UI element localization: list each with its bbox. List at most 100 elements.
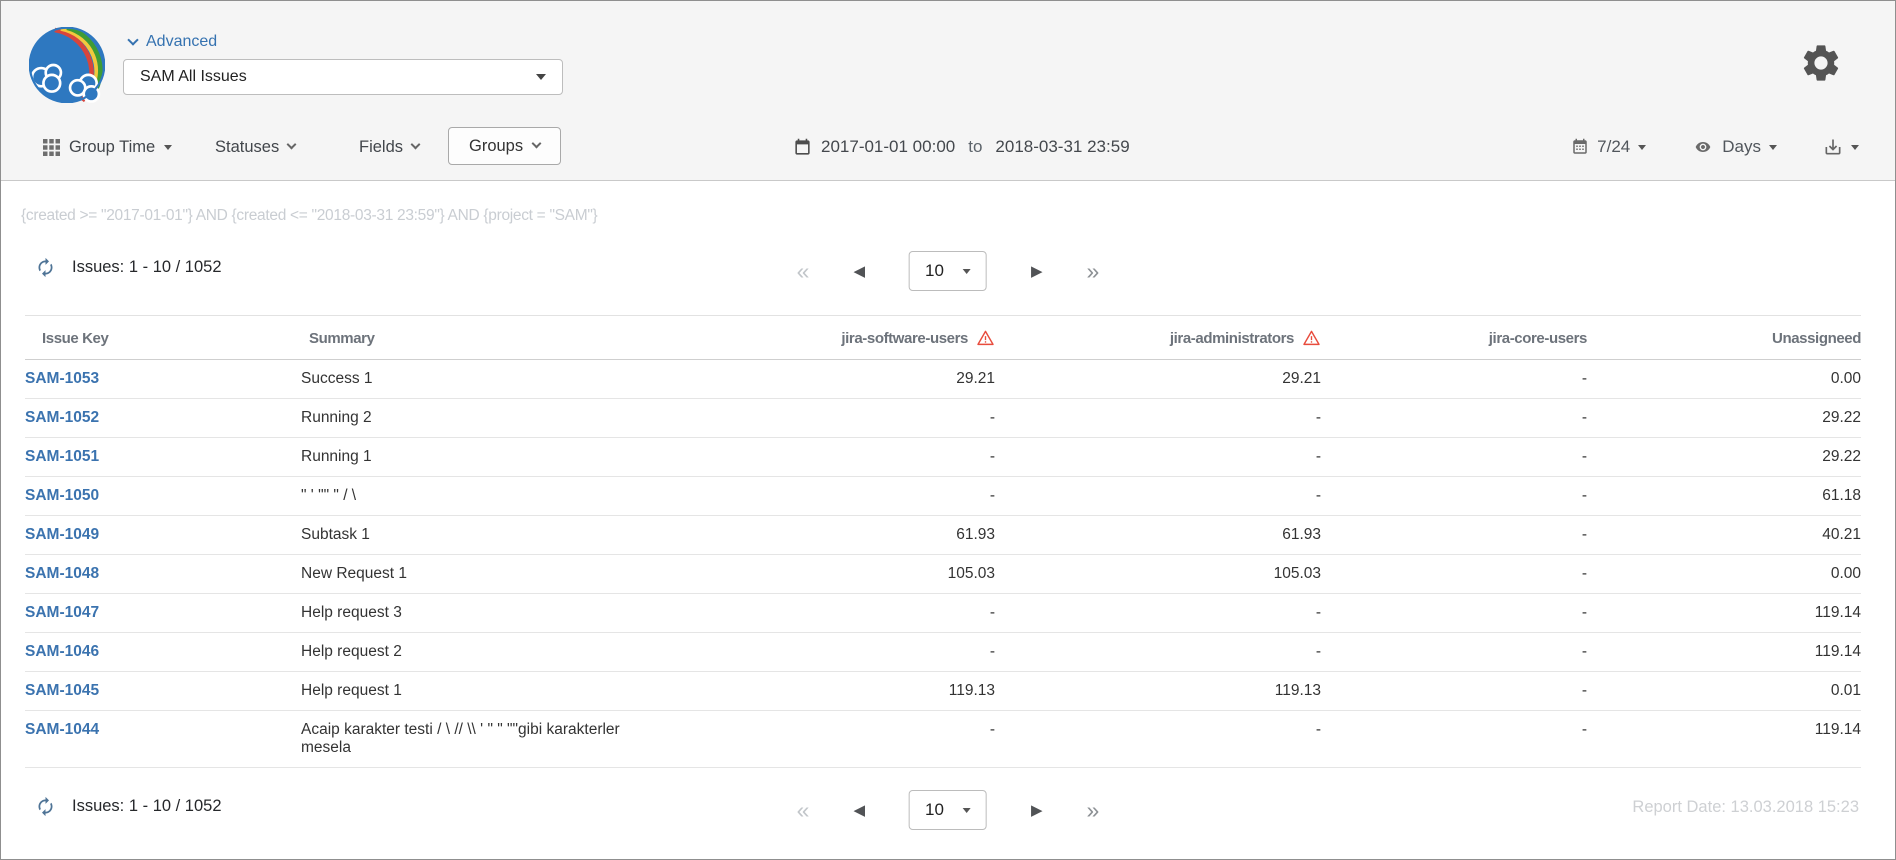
issue-summary: Help request 2 bbox=[301, 633, 661, 672]
issue-key-link[interactable]: SAM-1053 bbox=[25, 370, 99, 387]
col-issue-key[interactable]: Issue Key bbox=[25, 316, 301, 360]
page-size-select[interactable]: 10 bbox=[909, 790, 987, 830]
group-time-menu[interactable]: Group Time bbox=[43, 127, 172, 167]
issue-summary: Running 1 bbox=[301, 438, 661, 477]
value-cell: 119.14 bbox=[1587, 594, 1861, 633]
col-summary[interactable]: Summary bbox=[301, 316, 661, 360]
value-cell: - bbox=[1321, 594, 1587, 633]
issue-key-link[interactable]: SAM-1044 bbox=[25, 721, 99, 738]
page-size-select[interactable]: 10 bbox=[909, 251, 987, 291]
fields-menu[interactable]: Fields bbox=[359, 127, 419, 167]
issue-key-link[interactable]: SAM-1045 bbox=[25, 682, 99, 699]
value-cell: 0.00 bbox=[1587, 360, 1861, 399]
value-cell: - bbox=[995, 477, 1321, 516]
value-cell: 61.93 bbox=[661, 516, 995, 555]
next-page-button[interactable]: ▶ bbox=[1031, 264, 1043, 279]
caret-down-icon bbox=[1638, 145, 1646, 150]
date-separator: to bbox=[964, 137, 986, 157]
issue-key-link[interactable]: SAM-1051 bbox=[25, 448, 99, 465]
advanced-toggle[interactable]: Advanced bbox=[129, 33, 217, 51]
hours-mode-menu[interactable]: 7/24 bbox=[1571, 137, 1646, 157]
prev-page-button[interactable]: ◀ bbox=[853, 803, 865, 818]
table-row: SAM-1049Subtask 161.9361.93-40.21 bbox=[25, 516, 1861, 555]
app-window: Advanced SAM All Issues Group Time Statu… bbox=[0, 0, 1896, 860]
col-label: jira-software-users bbox=[841, 330, 968, 347]
last-page-button[interactable]: » bbox=[1087, 260, 1100, 283]
eye-icon bbox=[1692, 139, 1714, 155]
issue-key-link[interactable]: SAM-1048 bbox=[25, 565, 99, 582]
issue-summary: Help request 1 bbox=[301, 672, 661, 711]
page-size-value: 10 bbox=[925, 261, 944, 281]
value-cell: 105.03 bbox=[661, 555, 995, 594]
groups-label: Groups bbox=[469, 137, 523, 156]
statuses-label: Statuses bbox=[215, 138, 279, 157]
view-mode-menu[interactable]: Days bbox=[1692, 137, 1777, 157]
table-row: SAM-1050" ' "" " / \---61.18 bbox=[25, 477, 1861, 516]
value-cell: 29.22 bbox=[1587, 399, 1861, 438]
date-range[interactable]: 2017-01-01 00:00 to 2018-03-31 23:59 bbox=[793, 127, 1130, 167]
col-jira-core-users[interactable]: jira-core-users bbox=[1321, 316, 1587, 360]
advanced-label: Advanced bbox=[146, 33, 217, 51]
col-unassigned[interactable]: Unassigneed bbox=[1587, 316, 1861, 360]
value-cell: - bbox=[661, 711, 995, 768]
first-page-button[interactable]: « bbox=[797, 260, 810, 283]
issue-key-link[interactable]: SAM-1049 bbox=[25, 526, 99, 543]
hours-mode-label: 7/24 bbox=[1597, 137, 1630, 157]
saved-report-value: SAM All Issues bbox=[140, 68, 247, 86]
value-cell: - bbox=[661, 477, 995, 516]
value-cell: - bbox=[661, 399, 995, 438]
warning-icon bbox=[976, 329, 995, 347]
issue-key-cell: SAM-1048 bbox=[25, 555, 301, 594]
value-cell: 0.01 bbox=[1587, 672, 1861, 711]
next-page-button[interactable]: ▶ bbox=[1031, 803, 1043, 818]
last-page-button[interactable]: » bbox=[1087, 799, 1100, 822]
value-cell: - bbox=[1321, 633, 1587, 672]
right-tools: 7/24 Days bbox=[1571, 127, 1859, 167]
table-row: SAM-1047Help request 3---119.14 bbox=[25, 594, 1861, 633]
prev-page-button[interactable]: ◀ bbox=[853, 264, 865, 279]
settings-gear-icon[interactable] bbox=[1799, 41, 1843, 85]
refresh-icon[interactable] bbox=[35, 257, 56, 278]
fields-label: Fields bbox=[359, 138, 403, 157]
pager: « ◀ 10 ▶ » bbox=[797, 790, 1100, 830]
value-cell: - bbox=[995, 711, 1321, 768]
chevron-down-icon bbox=[287, 140, 297, 150]
table-row: SAM-1053Success 129.2129.21-0.00 bbox=[25, 360, 1861, 399]
refresh-icon[interactable] bbox=[35, 796, 56, 817]
date-from: 2017-01-01 00:00 bbox=[821, 137, 955, 157]
group-time-label: Group Time bbox=[69, 138, 155, 157]
issue-summary: Subtask 1 bbox=[301, 516, 661, 555]
col-jira-software-users[interactable]: jira-software-users bbox=[661, 316, 995, 360]
issue-key-link[interactable]: SAM-1052 bbox=[25, 409, 99, 426]
statuses-menu[interactable]: Statuses bbox=[215, 127, 295, 167]
issue-key-link[interactable]: SAM-1046 bbox=[25, 643, 99, 660]
issue-key-link[interactable]: SAM-1047 bbox=[25, 604, 99, 621]
issue-key-link[interactable]: SAM-1050 bbox=[25, 487, 99, 504]
groups-menu-button[interactable]: Groups bbox=[448, 127, 561, 165]
issues-count-label: Issues: 1 - 10 / 1052 bbox=[72, 797, 222, 816]
value-cell: - bbox=[995, 594, 1321, 633]
value-cell: 119.13 bbox=[995, 672, 1321, 711]
warning-icon bbox=[1302, 329, 1321, 347]
app-logo-icon bbox=[29, 27, 105, 103]
report-date: Report Date: 13.03.2018 15:23 bbox=[1632, 798, 1859, 817]
table-row: SAM-1046Help request 2---119.14 bbox=[25, 633, 1861, 672]
value-cell: 119.14 bbox=[1587, 711, 1861, 768]
value-cell: - bbox=[661, 438, 995, 477]
issue-summary: Acaip karakter testi / \ // \\ ' " " ""g… bbox=[301, 711, 661, 768]
value-cell: - bbox=[661, 594, 995, 633]
value-cell: - bbox=[1321, 477, 1587, 516]
issue-summary: Help request 3 bbox=[301, 594, 661, 633]
table-row: SAM-1048New Request 1105.03105.03-0.00 bbox=[25, 555, 1861, 594]
value-cell: 61.93 bbox=[995, 516, 1321, 555]
col-jira-administrators[interactable]: jira-administrators bbox=[995, 316, 1321, 360]
value-cell: - bbox=[1321, 672, 1587, 711]
value-cell: - bbox=[995, 633, 1321, 672]
value-cell: 119.13 bbox=[661, 672, 995, 711]
first-page-button[interactable]: « bbox=[797, 799, 810, 822]
value-cell: 29.21 bbox=[995, 360, 1321, 399]
saved-report-select[interactable]: SAM All Issues bbox=[123, 59, 563, 95]
export-menu[interactable] bbox=[1823, 137, 1859, 157]
caret-down-icon bbox=[536, 74, 546, 80]
download-icon bbox=[1823, 137, 1843, 157]
